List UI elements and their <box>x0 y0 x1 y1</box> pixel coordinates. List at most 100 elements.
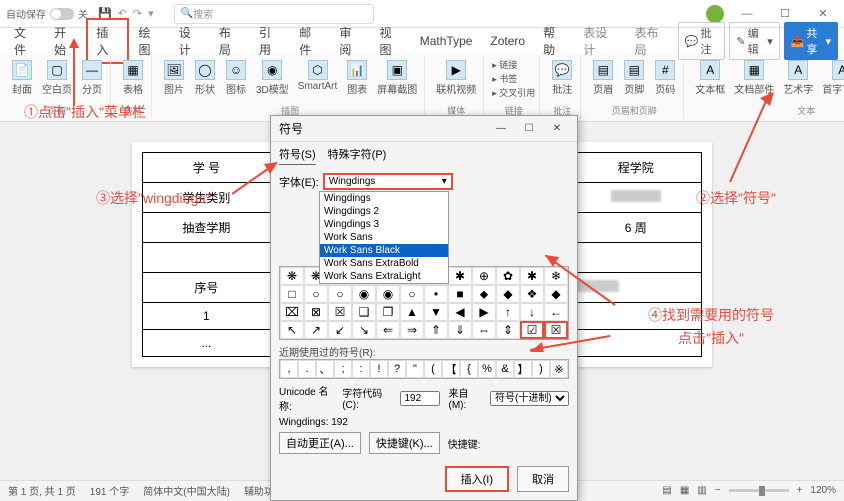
symbol-cell[interactable]: ■ <box>448 285 472 303</box>
tab-mathtype[interactable]: MathType <box>412 30 481 52</box>
cancel-button[interactable]: 取消 <box>517 466 569 492</box>
symbol-cell[interactable]: ⇓ <box>448 321 472 339</box>
symbol-cell[interactable]: ❑ <box>352 303 376 321</box>
ribbon-分页[interactable]: —分页 <box>78 58 106 98</box>
qat-dropdown-icon[interactable]: ▾ <box>148 7 154 20</box>
language-status[interactable]: 简体中文(中国大陆) <box>143 483 230 498</box>
symbol-cell[interactable]: ⊕ <box>472 267 496 285</box>
symbol-cell[interactable]: ✿ <box>496 267 520 285</box>
from-select[interactable]: 符号(十进制) <box>490 391 569 406</box>
symbol-cell[interactable]: ⌧ <box>280 303 304 321</box>
ribbon-屏幕截图[interactable]: ▣屏幕截图 <box>374 58 420 98</box>
autocorrect-button[interactable]: 自动更正(A)... <box>279 432 361 454</box>
ribbon-页眉[interactable]: ▤页眉 <box>589 58 617 98</box>
insert-button[interactable]: 插入(I) <box>445 466 509 492</box>
ribbon-形状[interactable]: ◯形状 <box>191 58 219 98</box>
symbol-cell[interactable]: ○ <box>400 285 424 303</box>
recent-symbol-cell[interactable]: { <box>460 360 478 378</box>
symbol-cell[interactable]: ⇑ <box>424 321 448 339</box>
ribbon-艺术字[interactable]: A艺术字 <box>780 58 816 98</box>
recent-symbol-cell[interactable]: % <box>478 360 496 378</box>
recent-symbol-cell[interactable]: ) <box>532 360 550 378</box>
symbol-cell[interactable]: ▼ <box>424 303 448 321</box>
symbol-cell[interactable]: ↖ <box>280 321 304 339</box>
symbol-cell[interactable]: ▶ <box>472 303 496 321</box>
ribbon-表格[interactable]: ▦表格 <box>119 58 147 98</box>
ribbon-书签[interactable]: ▸ 书签 <box>492 72 535 85</box>
close-button[interactable]: ✕ <box>808 4 838 24</box>
symbol-cell[interactable]: ✱ <box>520 267 544 285</box>
symbol-cell[interactable]: ❖ <box>520 285 544 303</box>
dialog-minimize-icon[interactable]: — <box>489 120 513 138</box>
symbol-cell[interactable]: ☑ <box>520 321 544 339</box>
font-option[interactable]: Wingdings 2 <box>320 205 448 218</box>
symbol-cell[interactable]: ⇔ <box>472 321 496 339</box>
recent-symbol-cell[interactable]: : <box>352 360 370 378</box>
recent-symbol-cell[interactable]: ( <box>424 360 442 378</box>
symbol-cell[interactable]: ↓ <box>520 303 544 321</box>
symbol-cell[interactable]: ⊠ <box>304 303 328 321</box>
recent-symbol-cell[interactable]: , <box>280 360 298 378</box>
recent-symbol-cell[interactable]: ; <box>334 360 352 378</box>
font-option[interactable]: Wingdings <box>320 192 448 205</box>
view-print-icon[interactable]: ▦ <box>680 485 689 496</box>
symbol-cell[interactable]: ↙ <box>328 321 352 339</box>
ribbon-图表[interactable]: 📊图表 <box>343 58 371 98</box>
symbol-cell[interactable]: ❄ <box>544 267 568 285</box>
symbol-cell[interactable]: ⇕ <box>496 321 520 339</box>
symbol-cell[interactable]: ◉ <box>376 285 400 303</box>
tab-zotero[interactable]: Zotero <box>482 30 533 52</box>
minimize-button[interactable]: — <box>732 4 762 24</box>
zoom-out-icon[interactable]: − <box>715 485 721 496</box>
recent-symbol-cell[interactable]: ? <box>388 360 406 378</box>
dialog-tab-special[interactable]: 特殊字符(P) <box>328 146 387 165</box>
recent-symbol-cell[interactable]: & <box>496 360 514 378</box>
ribbon-文本框[interactable]: A文本框 <box>692 58 728 98</box>
symbol-cell[interactable]: • <box>424 285 448 303</box>
comments-button[interactable]: 💬批注 <box>678 22 726 60</box>
recent-symbol-cell[interactable]: 【 <box>442 360 460 378</box>
ribbon-空白页[interactable]: ▢空白页 <box>39 58 75 98</box>
symbol-cell[interactable]: ⇒ <box>400 321 424 339</box>
symbol-cell[interactable]: ◀ <box>448 303 472 321</box>
word-count[interactable]: 191 个字 <box>90 483 129 498</box>
symbol-cell[interactable]: ❐ <box>376 303 400 321</box>
symbol-cell[interactable]: ◉ <box>352 285 376 303</box>
symbol-cell[interactable]: ↗ <box>304 321 328 339</box>
ribbon-文档部件[interactable]: ▦文档部件 <box>731 58 777 98</box>
font-option[interactable]: Work Sans Black <box>320 244 448 257</box>
ribbon-封面[interactable]: 📄封面 <box>8 58 36 98</box>
font-select[interactable]: Wingdings ▾ <box>323 173 453 190</box>
font-option[interactable]: Work Sans <box>320 231 448 244</box>
recent-symbol-cell[interactable]: ※ <box>550 360 568 378</box>
ribbon-链接[interactable]: ▸ 链接 <box>492 58 535 71</box>
symbol-cell[interactable]: ↘ <box>352 321 376 339</box>
redo-icon[interactable]: ↷ <box>133 7 142 20</box>
ribbon-联机视频[interactable]: ▶联机视频 <box>433 58 479 98</box>
ribbon-图标[interactable]: ☺图标 <box>222 58 250 98</box>
ribbon-页脚[interactable]: ▤页脚 <box>620 58 648 98</box>
font-option[interactable]: Work Sans ExtraLight <box>320 270 448 283</box>
ribbon-图片[interactable]: 🖼图片 <box>160 58 188 98</box>
zoom-slider[interactable] <box>729 489 789 492</box>
symbol-cell[interactable]: ⬥ <box>472 285 496 303</box>
maximize-button[interactable]: ☐ <box>770 4 800 24</box>
symbol-cell[interactable]: ☒ <box>544 321 568 339</box>
view-web-icon[interactable]: ▥ <box>697 485 706 496</box>
font-option[interactable]: Wingdings 3 <box>320 218 448 231</box>
page-status[interactable]: 第 1 页, 共 1 页 <box>8 483 76 498</box>
table-cell[interactable]: 学 号 <box>143 153 271 183</box>
symbol-cell[interactable]: ▲ <box>400 303 424 321</box>
zoom-in-icon[interactable]: + <box>797 485 803 496</box>
ribbon-页码[interactable]: #页码 <box>651 58 679 98</box>
dialog-close-icon[interactable]: ✕ <box>545 120 569 138</box>
symbol-cell[interactable]: ⇐ <box>376 321 400 339</box>
symbol-cell[interactable]: ❋ <box>280 267 304 285</box>
dialog-titlebar[interactable]: 符号 — ☐ ✕ <box>271 116 577 142</box>
recent-symbol-cell[interactable]: " <box>406 360 424 378</box>
symbol-cell[interactable]: ○ <box>328 285 352 303</box>
ribbon-交叉引用[interactable]: ▸ 交叉引用 <box>492 86 535 99</box>
recent-symbol-cell[interactable]: ! <box>370 360 388 378</box>
symbol-cell[interactable]: ☒ <box>328 303 352 321</box>
user-avatar[interactable] <box>706 5 724 23</box>
